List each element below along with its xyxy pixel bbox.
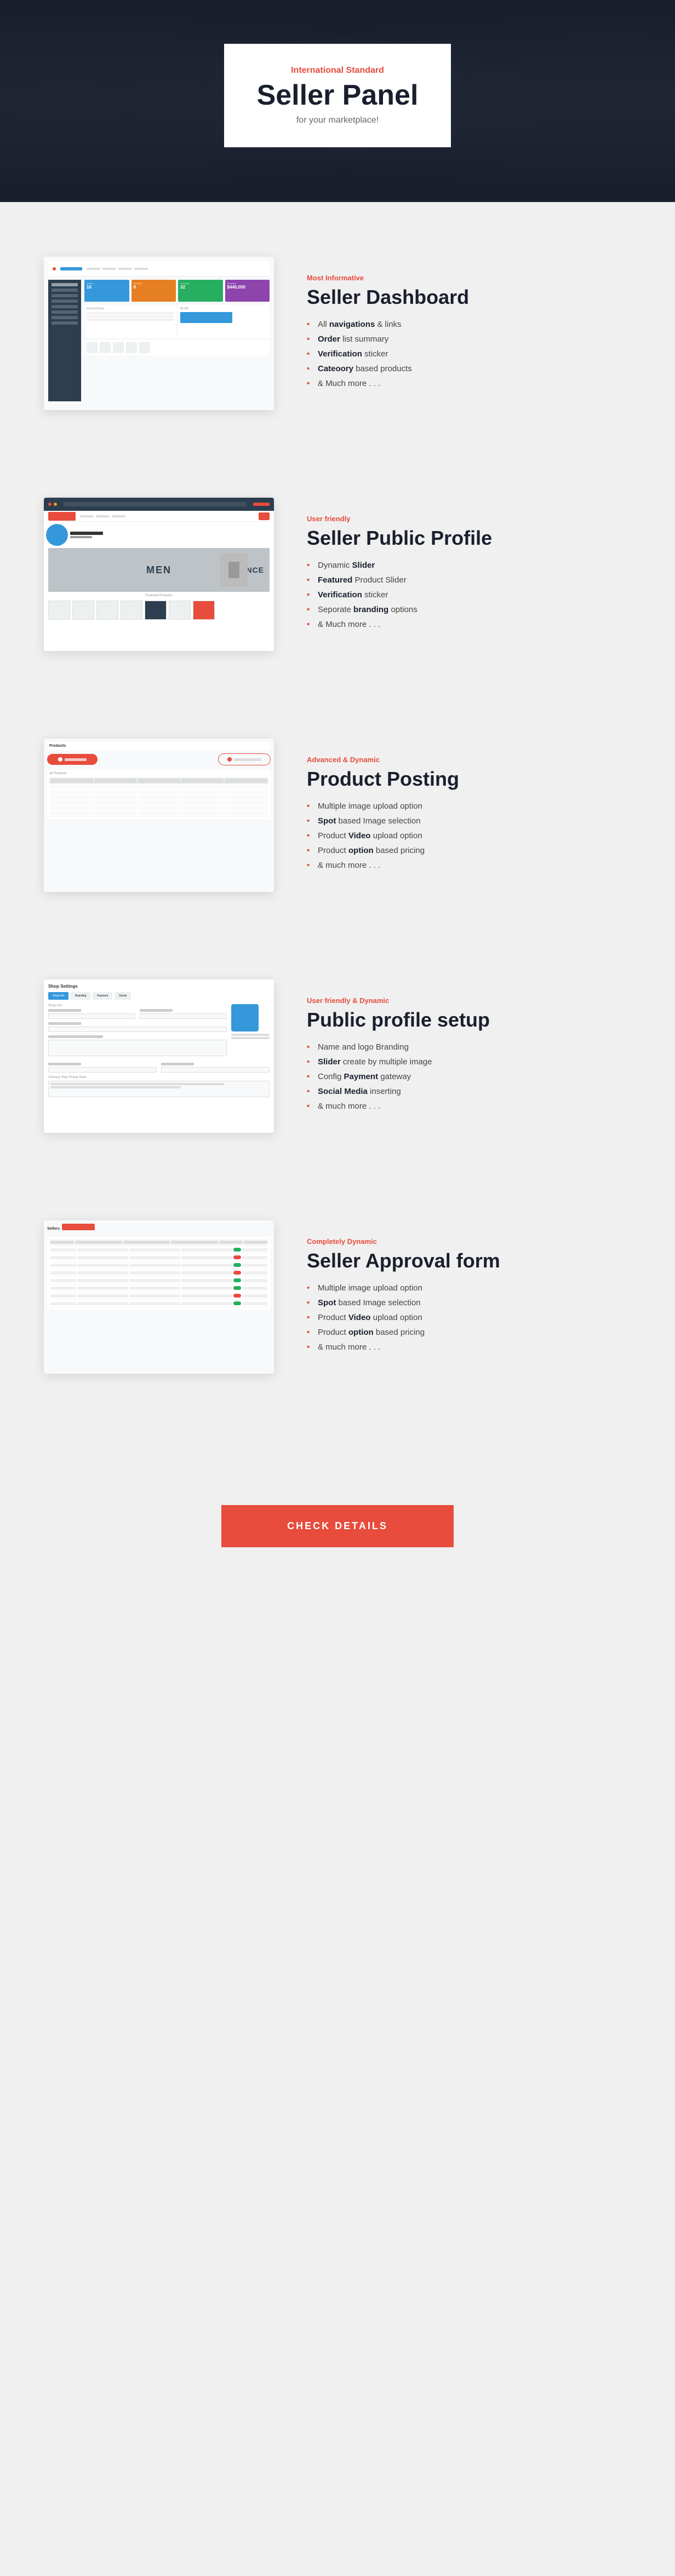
list-item: Slider create by multiple image	[307, 1057, 631, 1067]
list-item: Multiple image upload option	[307, 802, 631, 811]
feature-section-public-profile-setup: User friendly & Dynamic Public profile s…	[44, 958, 631, 1155]
approval-form-list: Multiple image upload option Spot based …	[307, 1283, 631, 1352]
list-item: & Much more . . .	[307, 620, 631, 629]
list-item: Product option based pricing	[307, 846, 631, 855]
dashboard-screenshot: Orders 16 Pending 8 Products 32	[44, 257, 274, 410]
product-posting-tag: Advanced & Dynamic	[307, 756, 631, 764]
dashboard-text: Most Informative Seller Dashboard All na…	[307, 274, 631, 394]
feature-section-dashboard: Orders 16 Pending 8 Products 32	[44, 235, 631, 432]
product-posting-screenshot: Products All Products	[44, 739, 274, 892]
dashboard-title: Seller Dashboard	[307, 285, 631, 309]
dashboard-list: All navigations & links Order list summa…	[307, 320, 631, 388]
list-item: & much more . . .	[307, 861, 631, 870]
public-profile-setup-title: Public profile setup	[307, 1008, 631, 1031]
feature-section-profile: User friendly Seller Public Profile Dyna…	[44, 476, 631, 673]
check-details-button[interactable]: CHECK DETAILS	[221, 1505, 454, 1547]
public-profile-setup-screenshot: Shop Settings Shop Info Branding Payment…	[44, 979, 274, 1133]
list-item: Verification sticker	[307, 349, 631, 359]
profile-tag: User friendly	[307, 515, 631, 523]
list-item: Product Video upload option	[307, 1313, 631, 1322]
product-posting-list: Multiple image upload option Spot based …	[307, 802, 631, 870]
list-item: & Much more . . .	[307, 379, 631, 388]
list-item: Name and logo Branding	[307, 1042, 631, 1052]
list-item: Spot based Image selection	[307, 1298, 631, 1307]
dashboard-tag: Most Informative	[307, 274, 631, 282]
public-profile-setup-text: User friendly & Dynamic Public profile s…	[307, 996, 631, 1116]
list-item: Featured Product Slider	[307, 575, 631, 585]
public-profile-setup-tag: User friendly & Dynamic	[307, 996, 631, 1005]
list-item: & much more . . .	[307, 1102, 631, 1111]
list-item: Config Payment gateway	[307, 1072, 631, 1081]
approval-form-text: Completely Dynamic Seller Approval form …	[307, 1237, 631, 1357]
profile-text: User friendly Seller Public Profile Dyna…	[307, 515, 631, 635]
cta-section: CHECK DETAILS	[0, 1472, 675, 1591]
product-posting-text: Advanced & Dynamic Product Posting Multi…	[307, 756, 631, 875]
feature-section-approval-form: Sellers	[44, 1198, 631, 1396]
list-item: Order list summary	[307, 335, 631, 344]
profile-screenshot: MEN ANCE Featured Products	[44, 498, 274, 651]
hero-description: for your marketplace!	[257, 116, 419, 125]
list-item: Product option based pricing	[307, 1328, 631, 1337]
public-profile-setup-list: Name and logo Branding Slider create by …	[307, 1042, 631, 1111]
hero-card: International Standard Seller Panel for …	[224, 44, 451, 147]
list-item: Cateoory based products	[307, 364, 631, 373]
profile-title: Seller Public Profile	[307, 526, 631, 550]
list-item: Dynamic Slider	[307, 561, 631, 570]
hero-title: Seller Panel	[257, 80, 419, 111]
product-posting-title: Product Posting	[307, 767, 631, 791]
approval-form-screenshot: Sellers	[44, 1220, 274, 1374]
approval-form-title: Seller Approval form	[307, 1249, 631, 1272]
list-item: All navigations & links	[307, 320, 631, 329]
profile-list: Dynamic Slider Featured Product Slider V…	[307, 561, 631, 629]
list-item: Seporate branding options	[307, 605, 631, 614]
list-item: Verification sticker	[307, 590, 631, 600]
hero-section: International Standard Seller Panel for …	[0, 0, 675, 202]
main-content: Orders 16 Pending 8 Products 32	[0, 202, 675, 1472]
feature-section-product-posting: Products All Products	[44, 717, 631, 914]
list-item: & much more . . .	[307, 1342, 631, 1352]
list-item: Social Media inserting	[307, 1087, 631, 1096]
approval-form-tag: Completely Dynamic	[307, 1237, 631, 1246]
list-item: Spot based Image selection	[307, 816, 631, 826]
hero-subtitle: International Standard	[257, 66, 419, 76]
list-item: Product Video upload option	[307, 831, 631, 840]
list-item: Multiple image upload option	[307, 1283, 631, 1293]
